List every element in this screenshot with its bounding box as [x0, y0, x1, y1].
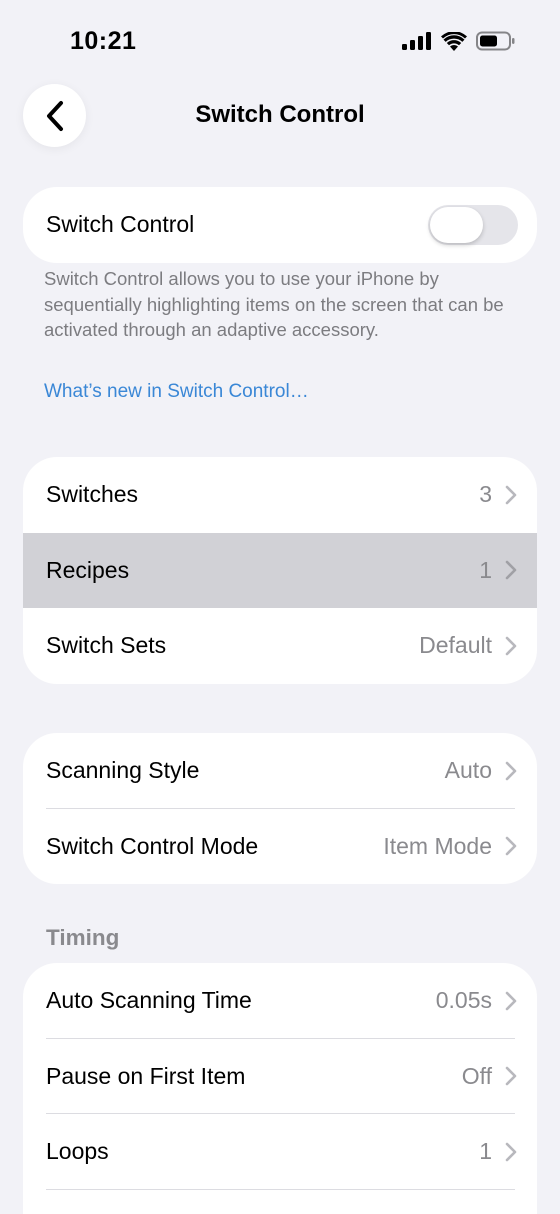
switch-control-description: Switch Control allows you to use your iP…: [44, 268, 504, 340]
row-value: Item Mode: [383, 832, 492, 859]
chevron-right-icon: [505, 560, 517, 580]
row-label: Scanning Style: [46, 757, 200, 784]
row-value: 1: [479, 556, 492, 583]
switch-control-label: Switch Control: [46, 211, 195, 238]
chevron-right-icon: [505, 485, 517, 505]
list-item-switch-sets[interactable]: Switch Sets Default: [23, 608, 537, 684]
toggle-knob: [430, 206, 483, 243]
row-label: Loops: [46, 1138, 109, 1165]
cellular-signal-icon: [402, 32, 431, 50]
row-label: Switch Sets: [46, 632, 167, 659]
row-value: 0.05s: [435, 987, 492, 1014]
row-label: Switches: [46, 481, 139, 508]
section-header-timing: Timing: [46, 925, 120, 950]
page-title: Switch Control: [195, 101, 365, 128]
timing-group: Auto Scanning Time 0.05s Pause on First …: [23, 963, 537, 1214]
list-item-auto-scanning-time[interactable]: Auto Scanning Time 0.05s: [23, 963, 537, 1039]
list-item-switches[interactable]: Switches 3: [23, 457, 537, 533]
row-value: Default: [419, 632, 492, 659]
chevron-right-icon: [505, 1142, 517, 1162]
list-item-loops[interactable]: Loops 1: [23, 1114, 537, 1190]
row-value: 1: [479, 1138, 492, 1165]
chevron-right-icon: [505, 636, 517, 656]
status-time: 10:21: [70, 27, 137, 55]
chevron-right-icon: [505, 991, 517, 1011]
chevron-right-icon: [505, 1066, 517, 1086]
scanning-group: Scanning Style Auto Switch Control Mode …: [23, 733, 537, 884]
row-label: Recipes: [46, 556, 130, 583]
row-label: Pause on First Item: [46, 1062, 246, 1089]
row-label: Switch Control Mode: [46, 832, 259, 859]
whats-new-link[interactable]: What’s new in Switch Control…: [44, 381, 309, 403]
status-icons: [402, 31, 516, 51]
row-label: Auto Scanning Time: [46, 987, 252, 1014]
wifi-icon: [441, 31, 467, 51]
list-item-scanning-style[interactable]: Scanning Style Auto: [23, 733, 537, 809]
row-value: 3: [479, 481, 492, 508]
row-value: Off: [461, 1062, 492, 1089]
divider: [46, 1188, 515, 1190]
switch-control-toggle-card: Switch Control: [23, 187, 537, 263]
switch-control-toggle[interactable]: [428, 204, 518, 245]
row-value: Auto: [444, 757, 492, 784]
list-item-switch-control-mode[interactable]: Switch Control Mode Item Mode: [23, 809, 537, 885]
battery-icon: [476, 31, 515, 51]
switch-control-screen: 10:21 Switch Control Switch Control Swit…: [0, 0, 560, 1214]
switches-group: Switches 3 Recipes 1 Switch Sets Default: [23, 457, 537, 684]
list-item-pause-on-first-item[interactable]: Pause on First Item Off: [23, 1039, 537, 1114]
chevron-right-icon: [505, 836, 517, 856]
switch-control-row: Switch Control: [23, 187, 537, 263]
chevron-right-icon: [505, 761, 517, 781]
list-item-recipes[interactable]: Recipes 1: [23, 532, 537, 608]
